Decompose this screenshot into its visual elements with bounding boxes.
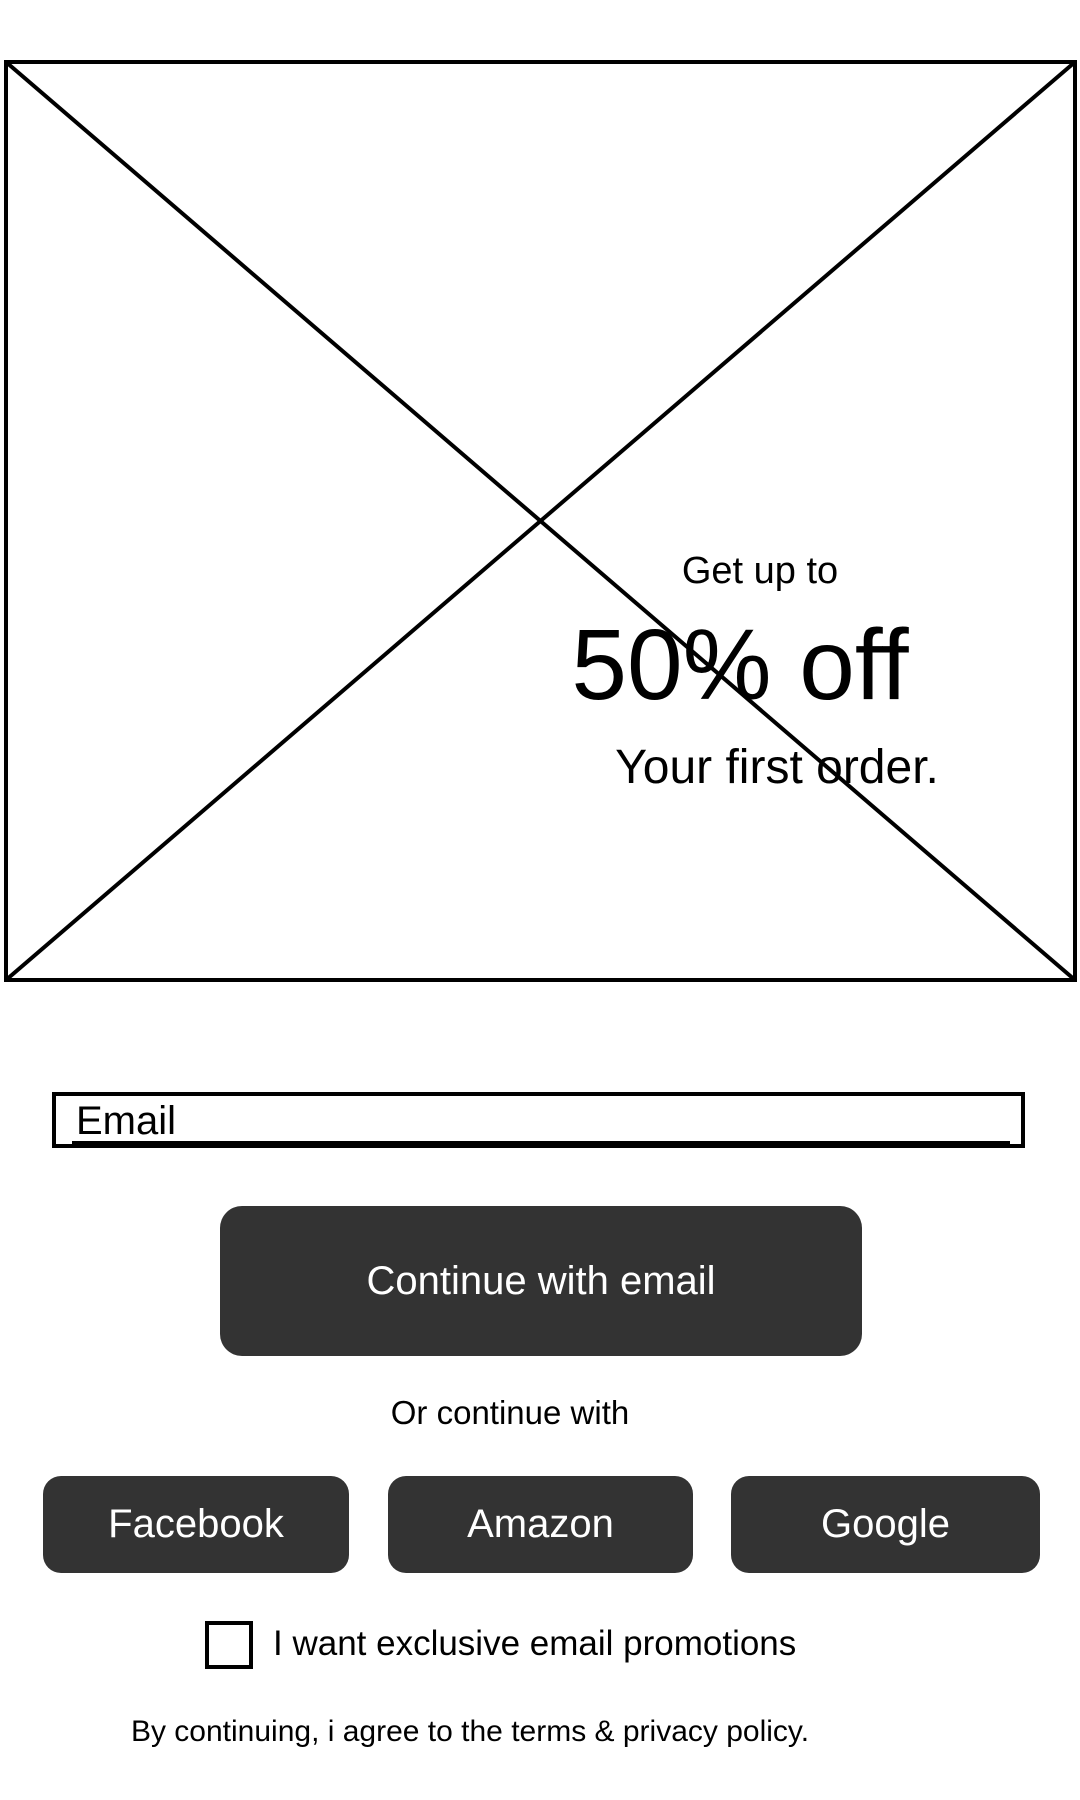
email-input[interactable] (72, 1100, 1010, 1144)
facebook-button-label: Facebook (108, 1502, 284, 1546)
google-button-label: Google (821, 1502, 950, 1546)
amazon-button[interactable]: Amazon (388, 1476, 693, 1573)
image-placeholder-icon (4, 60, 1077, 982)
hero-image-placeholder (4, 60, 1077, 982)
continue-with-email-button[interactable]: Continue with email (220, 1206, 862, 1356)
promo-subline: Your first order. (615, 741, 939, 794)
google-button[interactable]: Google (731, 1476, 1040, 1573)
promotions-checkbox-label[interactable]: I want exclusive email promotions (273, 1622, 873, 1666)
promo-headline: 50% off (571, 609, 909, 721)
promo-intro: Get up to (681, 550, 839, 592)
amazon-button-label: Amazon (467, 1502, 614, 1546)
continue-with-email-label: Continue with email (366, 1258, 716, 1303)
terms-text: By continuing, i agree to the terms & pr… (130, 1715, 810, 1748)
email-field-container (52, 1092, 1025, 1148)
promotions-checkbox[interactable] (205, 1621, 253, 1669)
facebook-button[interactable]: Facebook (43, 1476, 349, 1573)
or-continue-with-text: Or continue with (390, 1394, 630, 1431)
